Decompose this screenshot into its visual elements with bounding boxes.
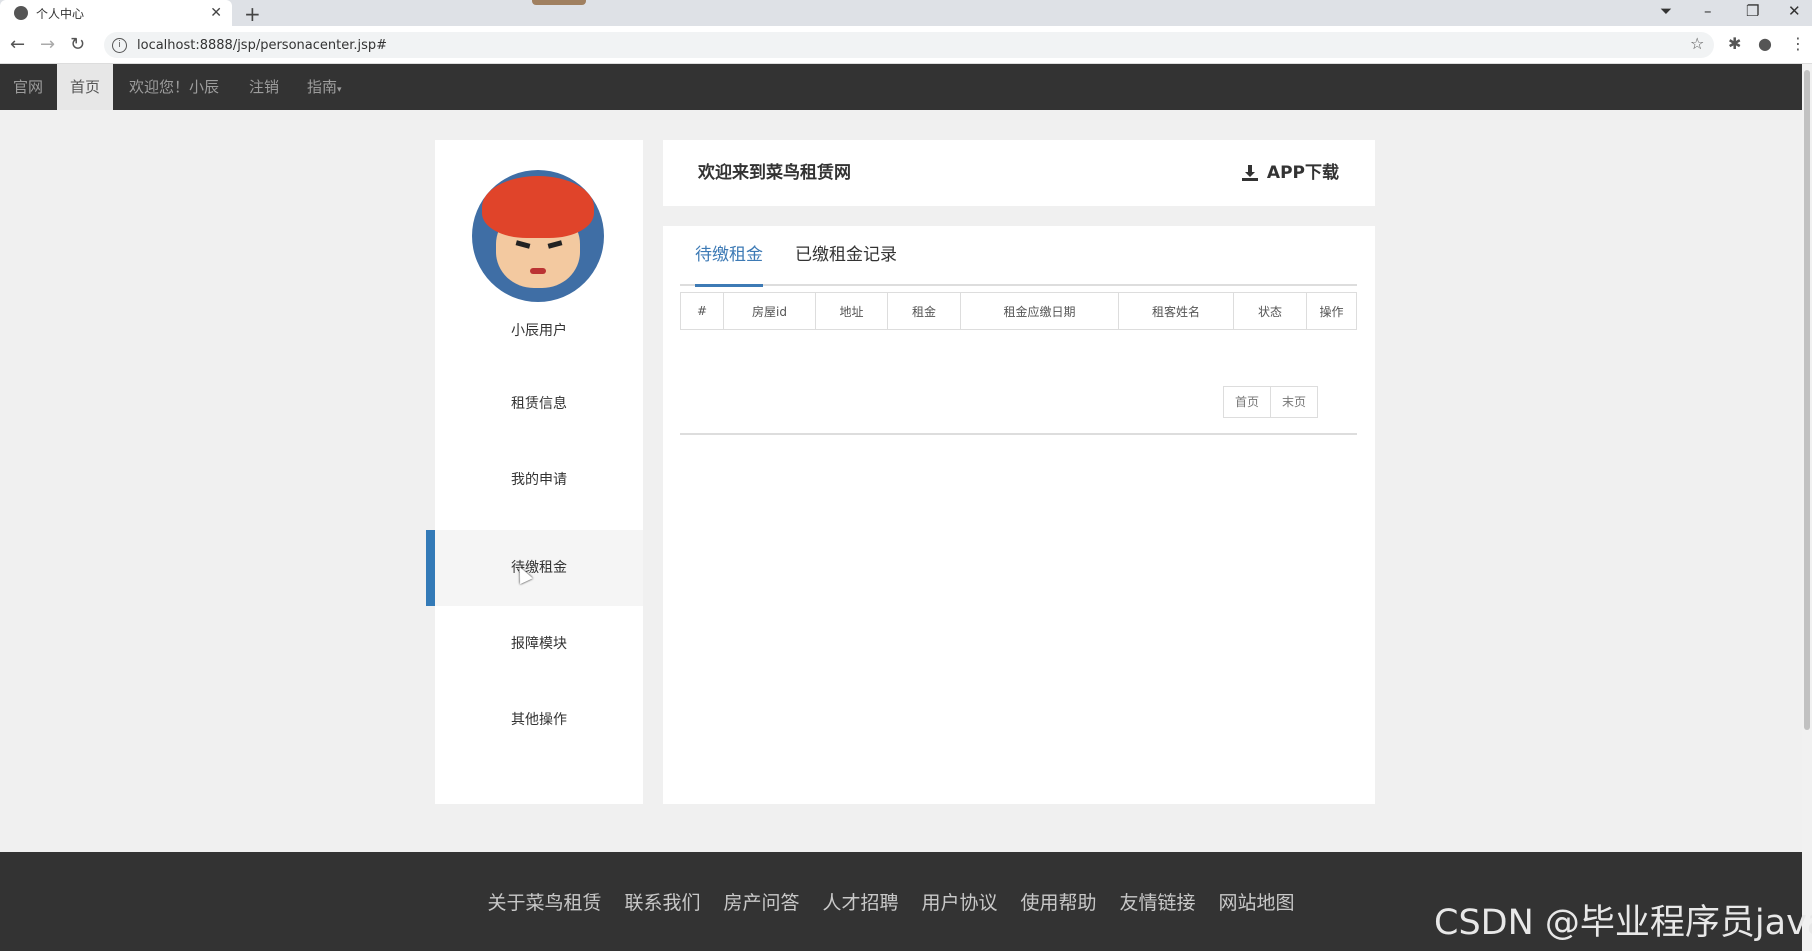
window-close-icon[interactable]: ✕	[1788, 2, 1801, 20]
tab-pending-rent[interactable]: 待缴租金	[695, 226, 763, 287]
extensions-icon[interactable]: ✱	[1728, 34, 1741, 53]
browser-tab-title: 个人中心	[36, 6, 85, 21]
browser-tab[interactable]: 个人中心 ✕	[0, 0, 232, 26]
download-icon	[1241, 165, 1258, 181]
sidebar-item-rental-info[interactable]: 租赁信息	[435, 366, 643, 442]
sidebar-item-other-actions[interactable]: 其他操作	[435, 682, 643, 758]
csdn-watermark: CSDN @毕业程序员java	[1434, 903, 1812, 943]
back-icon[interactable]: ←	[10, 34, 25, 55]
col-tenant-name: 租客姓名	[1118, 292, 1234, 330]
col-status: 状态	[1233, 292, 1307, 330]
col-rent: 租金	[887, 292, 961, 330]
footer-link-sitemap[interactable]: 网站地图	[1219, 888, 1295, 915]
account-icon[interactable]: ●	[1758, 34, 1772, 53]
footer-link-agreement[interactable]: 用户协议	[922, 888, 998, 915]
active-indicator	[426, 530, 435, 606]
footer-link-faq[interactable]: 房产问答	[723, 888, 799, 915]
col-actions: 操作	[1306, 292, 1357, 330]
nav-official-site[interactable]: 官网	[0, 64, 56, 110]
user-sidebar: 小辰用户 租赁信息 我的申请 待缴租金 报障模块 其他操作	[435, 140, 643, 804]
rent-table: # 房屋id 地址 租金 租金应缴日期 租客姓名 状态 操作	[680, 292, 1357, 330]
scrollbar-thumb[interactable]	[1804, 70, 1810, 730]
nav-logout[interactable]: 注销	[236, 64, 292, 110]
footer-link-help[interactable]: 使用帮助	[1021, 888, 1097, 915]
footer-link-about[interactable]: 关于菜鸟租赁	[487, 888, 601, 915]
window-drag-handle	[532, 0, 586, 5]
avatar	[472, 170, 604, 302]
sidebar-item-pending-rent[interactable]: 待缴租金	[435, 530, 643, 606]
browser-tabstrip: 个人中心 ✕ + ⏷ – ❐ ✕	[0, 0, 1812, 26]
col-due-date: 租金应缴日期	[960, 292, 1119, 330]
globe-icon	[14, 6, 28, 20]
username-label: 小辰用户	[511, 323, 567, 339]
profile-dropdown-icon[interactable]: ⏷	[1660, 2, 1672, 20]
nav-home[interactable]: 首页	[57, 64, 114, 110]
nav-guide-label: 指南	[307, 78, 338, 96]
sidebar-item-repair-reports[interactable]: 报障模块	[435, 606, 643, 682]
table-header-row: # 房屋id 地址 租金 租金应缴日期 租客姓名 状态 操作	[680, 292, 1357, 330]
welcome-title: 欢迎来到菜鸟租赁网	[698, 163, 851, 183]
footer-link-contact[interactable]: 联系我们	[624, 888, 700, 915]
col-index: #	[680, 292, 724, 330]
tab-paid-rent-records[interactable]: 已缴租金记录	[795, 226, 897, 284]
forward-icon[interactable]: →	[40, 34, 55, 55]
address-bar: ← → ↻ i localhost:8888/jsp/personacenter…	[0, 26, 1812, 64]
first-page-button[interactable]: 首页	[1223, 386, 1272, 418]
close-tab-icon[interactable]: ✕	[210, 5, 222, 21]
rent-tabs: 待缴租金 已缴租金记录	[680, 226, 1357, 287]
star-icon[interactable]: ☆	[1690, 34, 1704, 53]
divider	[680, 433, 1357, 435]
caret-down-icon: ▾	[337, 85, 342, 95]
nav-guide-dropdown[interactable]: 指南▾	[294, 64, 355, 110]
app-download-label: APP下载	[1266, 163, 1339, 183]
last-page-button[interactable]: 末页	[1271, 386, 1319, 418]
site-navbar: 官网 首页 欢迎您！小辰 注销 指南▾	[0, 64, 1802, 110]
sidebar-item-my-applications[interactable]: 我的申请	[435, 442, 643, 518]
footer-link-jobs[interactable]: 人才招聘	[822, 888, 898, 915]
new-tab-icon[interactable]: +	[244, 2, 261, 26]
menu-dots-icon[interactable]: ⋮	[1790, 34, 1806, 53]
restore-icon[interactable]: ❐	[1746, 2, 1759, 20]
welcome-panel: 欢迎来到菜鸟租赁网 APP下载	[663, 140, 1375, 206]
col-address: 地址	[815, 292, 888, 330]
page-scrollbar[interactable]	[1802, 64, 1812, 951]
rent-content-panel: 待缴租金 已缴租金记录 # 房屋id 地址 租金 租金应缴日期 租客姓名 状态 …	[663, 226, 1375, 804]
pagination: 首页 末页	[1223, 386, 1319, 418]
info-icon[interactable]: i	[112, 37, 127, 53]
url-field[interactable]: i localhost:8888/jsp/personacenter.jsp#	[104, 32, 1714, 58]
reload-icon[interactable]: ↻	[70, 34, 85, 55]
url-text: localhost:8888/jsp/personacenter.jsp#	[137, 37, 388, 53]
nav-welcome-user[interactable]: 欢迎您！小辰	[116, 64, 232, 110]
app-download-link[interactable]: APP下载	[1241, 140, 1339, 206]
footer-link-friends[interactable]: 友情链接	[1120, 888, 1196, 915]
col-house-id: 房屋id	[723, 292, 816, 330]
minimize-icon[interactable]: –	[1704, 2, 1712, 20]
